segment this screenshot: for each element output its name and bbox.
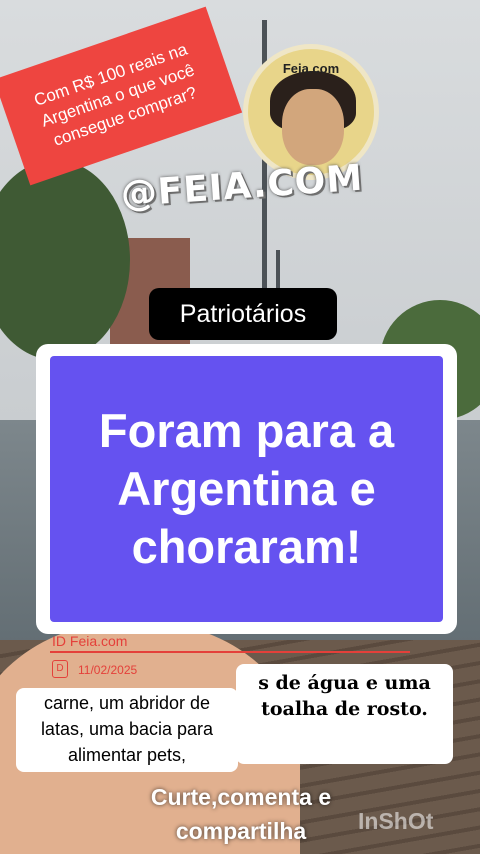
- tag-pill: Patriotários: [149, 288, 337, 340]
- meta-divider: [50, 651, 410, 653]
- headline-text: Foram para a Argentina e choraram!: [98, 404, 395, 573]
- meta-date: 11/02/2025: [78, 663, 138, 677]
- headline-box: Foram para a Argentina e choraram!: [50, 356, 443, 622]
- logo-small-text: Feia.com: [282, 61, 340, 76]
- caption-right: s de água e uma toalha de rosto.: [236, 664, 453, 764]
- tag-label: Patriotários: [179, 299, 307, 328]
- meta-id: ID Feia.com: [52, 633, 128, 649]
- call-to-action-text: Curte,comenta e compartilha: [150, 784, 332, 844]
- calendar-icon: D: [52, 660, 68, 678]
- inshot-watermark: InShOt: [358, 808, 434, 834]
- caption-left: carne, um abridor de latas, uma bacia pa…: [16, 688, 238, 772]
- logo-face: [282, 89, 344, 165]
- headline-card: Foram para a Argentina e choraram!: [36, 344, 457, 634]
